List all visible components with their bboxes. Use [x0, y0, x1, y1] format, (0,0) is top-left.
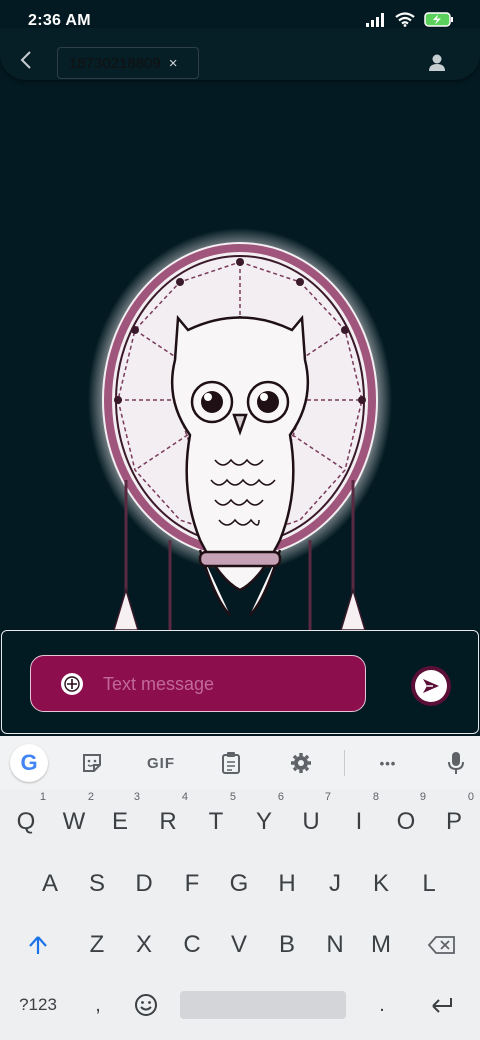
key-label: T	[208, 808, 224, 835]
key-x[interactable]: X	[120, 922, 168, 968]
send-button[interactable]	[411, 666, 451, 706]
key-hint: 9	[419, 791, 426, 803]
shift-key[interactable]	[14, 922, 62, 968]
key-p[interactable]: 0P	[430, 791, 478, 845]
key-b[interactable]: B	[263, 922, 311, 968]
key-v[interactable]: V	[215, 922, 263, 968]
voice-input-button[interactable]	[440, 748, 472, 778]
key-t[interactable]: 5T	[192, 791, 240, 845]
more-button[interactable]: •••	[372, 748, 404, 778]
clipboard-icon	[222, 752, 240, 774]
key-o[interactable]: 9O	[382, 791, 430, 845]
key-hint: 1	[39, 791, 46, 803]
key-y[interactable]: 6Y	[240, 791, 288, 845]
key-label: R	[159, 808, 177, 835]
settings-button[interactable]	[285, 748, 317, 778]
battery-charging-icon	[424, 12, 453, 27]
key-label: Y	[255, 808, 272, 835]
gif-button[interactable]: GIF	[140, 748, 182, 778]
sticker-button[interactable]	[76, 748, 108, 778]
key-h[interactable]: H	[263, 861, 311, 907]
sticker-icon	[83, 754, 101, 772]
key-u[interactable]: 7U	[287, 791, 335, 845]
space-bar[interactable]	[180, 991, 346, 1019]
toolbar-divider	[344, 750, 345, 776]
backspace-icon	[428, 936, 455, 954]
gear-icon	[291, 753, 311, 773]
google-search-button[interactable]: G	[10, 744, 48, 782]
key-s[interactable]: S	[73, 861, 121, 907]
message-input[interactable]: Text message	[30, 655, 366, 712]
key-d[interactable]: D	[120, 861, 168, 907]
key-w[interactable]: 2W	[50, 791, 98, 845]
key-g[interactable]: G	[215, 861, 263, 907]
key-n[interactable]: N	[311, 922, 359, 968]
back-button[interactable]	[14, 48, 38, 72]
plus-circle-icon	[64, 676, 80, 692]
recipient-number: 18730218809	[69, 54, 161, 72]
recipient-chip[interactable]: 18730218809 ×	[57, 47, 199, 79]
key-q[interactable]: 1Q	[2, 791, 50, 845]
chevron-left-icon	[20, 51, 31, 69]
send-icon	[415, 670, 447, 702]
key-label: U	[302, 808, 320, 835]
message-placeholder: Text message	[103, 674, 215, 694]
key-f[interactable]: F	[168, 861, 216, 907]
key-label: E	[111, 808, 128, 835]
key-label: P	[445, 808, 462, 835]
comma-key[interactable]: ,	[74, 982, 122, 1028]
key-hint: 2	[87, 791, 94, 803]
key-a[interactable]: A	[26, 861, 74, 907]
key-hint: 7	[324, 791, 331, 803]
microphone-icon	[448, 752, 464, 774]
key-z[interactable]: Z	[73, 922, 121, 968]
key-j[interactable]: J	[311, 861, 359, 907]
key-hint: 6	[277, 791, 284, 803]
key-hint: 0	[467, 791, 474, 803]
google-icon: G	[20, 750, 38, 775]
gboard-keyboard: G GIF ••• 1 Q 2 W 3 E 4 R 5 T 6 Y 7 U 8 …	[0, 736, 480, 1040]
emoji-icon	[135, 994, 157, 1016]
keyboard-toolbar: G GIF •••	[0, 736, 480, 790]
period-key[interactable]: .	[358, 982, 406, 1028]
key-hint: 3	[133, 791, 140, 803]
compose-bar: Text message	[1, 630, 479, 734]
clipboard-button[interactable]	[215, 748, 247, 778]
key-e[interactable]: 3E	[96, 791, 144, 845]
status-icons	[366, 12, 454, 27]
wifi-icon	[395, 12, 415, 27]
key-label: W	[62, 808, 86, 835]
conversation-header: 18730218809 ×	[0, 28, 480, 80]
backspace-key[interactable]	[418, 922, 466, 968]
key-label: O	[396, 808, 416, 835]
key-k[interactable]: K	[357, 861, 405, 907]
enter-key[interactable]	[418, 982, 466, 1028]
symbols-key[interactable]: ?123	[10, 982, 66, 1028]
key-hint: 5	[229, 791, 236, 803]
key-c[interactable]: C	[168, 922, 216, 968]
key-label: I	[355, 808, 363, 835]
close-icon[interactable]: ×	[169, 55, 178, 72]
enter-arrow-icon	[432, 998, 452, 1013]
shift-arrow-icon	[29, 936, 47, 954]
emoji-key[interactable]	[122, 982, 170, 1028]
messaging-screen: 2:36 AM 18730218809 × Text message G GIF…	[0, 0, 480, 1040]
key-m[interactable]: M	[357, 922, 405, 968]
owl-dreamcatcher-wallpaper	[88, 228, 392, 630]
key-r[interactable]: 4R	[144, 791, 192, 845]
key-label: Q	[16, 808, 36, 835]
key-hint: 8	[372, 791, 379, 803]
contact-icon[interactable]	[426, 52, 448, 74]
gif-label: GIF	[147, 754, 175, 772]
add-attachment-button[interactable]	[61, 673, 83, 695]
key-i[interactable]: 8I	[335, 791, 383, 845]
key-l[interactable]: L	[405, 861, 453, 907]
more-icon: •••	[379, 755, 397, 771]
key-hint: 4	[181, 791, 188, 803]
signal-icon	[366, 12, 384, 27]
